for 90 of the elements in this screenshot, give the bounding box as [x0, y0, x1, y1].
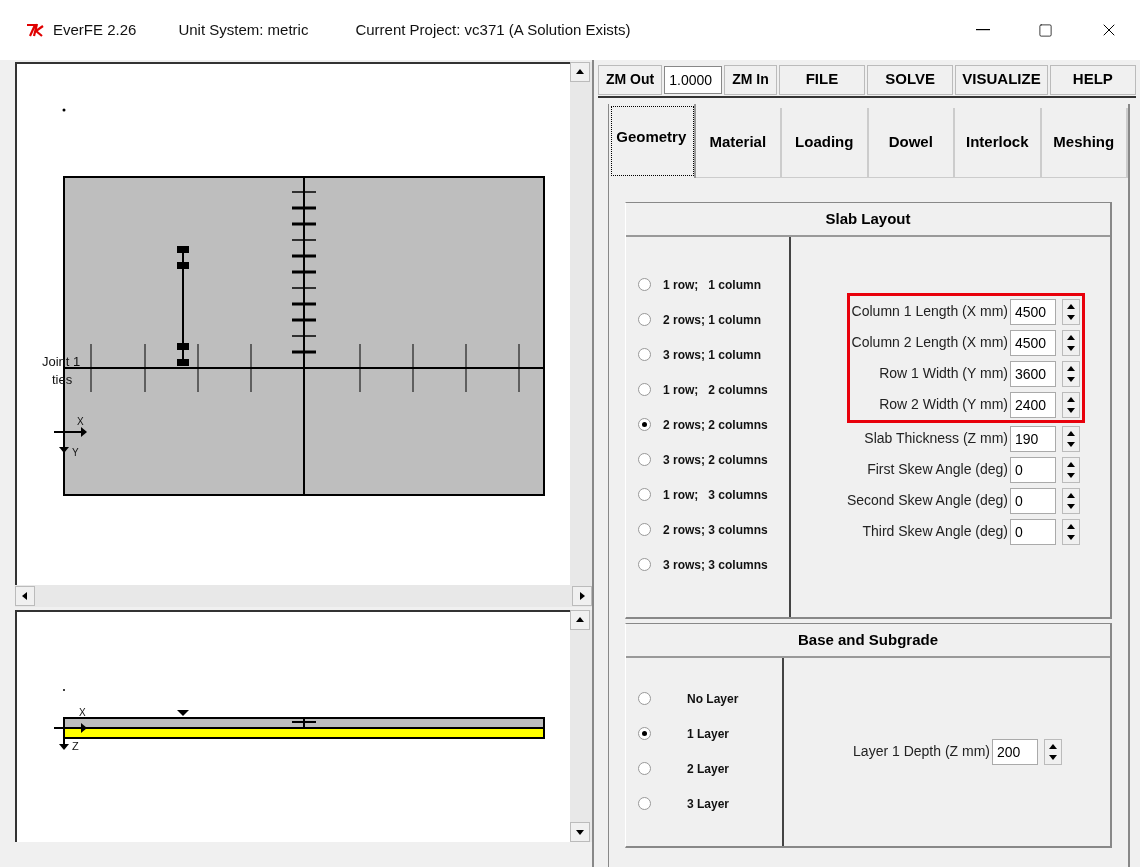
field-label: Column 2 Length (X mm)	[851, 333, 1008, 352]
menu-button[interactable]: VISUALIZE	[955, 64, 1048, 95]
horizontal-scrollbar[interactable]	[15, 585, 592, 607]
spinner-control[interactable]	[1062, 487, 1080, 514]
radio-button[interactable]	[638, 348, 651, 361]
radio-button[interactable]	[638, 523, 651, 536]
radio-button[interactable]	[638, 488, 651, 501]
tab[interactable]: Interlock	[955, 108, 1042, 178]
radio-label: 3 rows; 2 columns	[663, 451, 768, 469]
up-arrow-icon	[575, 615, 585, 625]
number-field[interactable]: 2400	[1010, 391, 1056, 418]
radio-label: 2 rows; 3 columns	[663, 521, 768, 539]
radio-label: 2 Layer	[687, 760, 730, 778]
axis-label: Z	[72, 740, 79, 752]
left-arrow-icon	[20, 591, 30, 601]
spinner-control[interactable]	[1044, 738, 1062, 765]
number-field[interactable]: 3600	[1010, 360, 1056, 387]
tab[interactable]: Material	[695, 108, 782, 178]
radio-label: 2 rows; 2 columns	[663, 416, 768, 434]
spinner-control[interactable]	[1062, 425, 1080, 452]
spinner-control[interactable]	[1062, 329, 1080, 356]
number-field[interactable]: 0	[1010, 456, 1056, 483]
minimize-icon	[975, 29, 990, 31]
scroll-arrow-button[interactable]	[572, 586, 592, 606]
down-arrow-icon	[575, 827, 585, 837]
spinner-control[interactable]	[1062, 391, 1080, 418]
zoom-in-button[interactable]: ZM In	[724, 64, 777, 95]
right-arrow-icon	[577, 591, 587, 601]
radio-button[interactable]	[638, 692, 651, 705]
radio-button[interactable]	[638, 727, 651, 740]
spinner-control[interactable]	[1062, 298, 1080, 325]
field-label: First Skew Angle (deg)	[867, 460, 1008, 479]
radio-label: No Layer	[687, 690, 739, 708]
scroll-arrow-button[interactable]	[570, 62, 590, 82]
radio-label: 1 row; 3 columns	[663, 486, 768, 504]
field-label: Column 1 Length (X mm)	[851, 302, 1008, 321]
zoom-field[interactable]: 1.0000	[664, 65, 723, 94]
radio-button[interactable]	[638, 278, 651, 291]
app-title: EverFE 2.26	[53, 19, 137, 40]
unit-system-label: Unit System: metric	[178, 19, 309, 40]
field-label: Row 2 Width (Y mm)	[879, 395, 1008, 414]
radio-button[interactable]	[638, 418, 651, 431]
tab[interactable]: Dowel	[868, 108, 955, 178]
tab[interactable]: Loading	[782, 108, 869, 178]
spinner-control[interactable]	[1062, 360, 1080, 387]
number-field[interactable]: 190	[1010, 425, 1056, 452]
menu-button[interactable]: SOLVE	[867, 64, 954, 95]
radio-button[interactable]	[638, 313, 651, 326]
panel-header: Slab Layout	[626, 203, 1110, 237]
scroll-arrow-button[interactable]	[570, 822, 590, 842]
axis-label: X	[79, 707, 86, 718]
field-label: Layer 1 Depth (Z mm)	[853, 742, 990, 761]
radio-label: 1 row; 2 columns	[663, 381, 768, 399]
number-field[interactable]: 0	[1010, 487, 1056, 514]
panel-header: Base and Subgrade	[626, 624, 1110, 658]
zoom-out-button[interactable]: ZM Out	[598, 64, 663, 95]
axis-label: Y	[72, 447, 79, 458]
up-arrow-icon	[575, 67, 585, 77]
radio-label: 1 row; 1 column	[663, 276, 761, 294]
radio-label: 3 rows; 1 column	[663, 346, 762, 364]
project-label: Current Project: vc371 (A Solution Exists)	[355, 19, 631, 40]
radio-label: 3 rows; 3 columns	[663, 556, 768, 574]
field-label: Row 1 Width (Y mm)	[879, 364, 1008, 383]
menu-button[interactable]: FILE	[778, 64, 866, 95]
tab[interactable]: Geometry	[609, 104, 696, 178]
number-field[interactable]: 200	[992, 738, 1038, 765]
radio-label: 1 Layer	[687, 725, 730, 743]
number-field[interactable]: 0	[1010, 518, 1056, 545]
field-label: Second Skew Angle (deg)	[846, 491, 1008, 510]
radio-button[interactable]	[638, 797, 651, 810]
maximize-icon	[1038, 22, 1053, 38]
number-field[interactable]: 4500	[1010, 298, 1056, 325]
radio-button[interactable]	[638, 383, 651, 396]
vertical-scrollbar[interactable]	[570, 610, 592, 842]
scroll-arrow-button[interactable]	[570, 610, 590, 630]
tab[interactable]: Meshing	[1041, 108, 1128, 178]
field-label: Third Skew Angle (deg)	[862, 522, 1008, 541]
radio-label: 2 rows; 1 column	[663, 311, 762, 329]
vertical-scrollbar[interactable]	[570, 62, 592, 585]
menu-button[interactable]: HELP	[1049, 64, 1136, 95]
number-field[interactable]: 4500	[1010, 329, 1056, 356]
spinner-control[interactable]	[1062, 456, 1080, 483]
axis-label: X	[77, 416, 84, 427]
spinner-control[interactable]	[1062, 518, 1080, 545]
radio-label: 3 Layer	[687, 795, 730, 813]
scroll-arrow-button[interactable]	[15, 586, 35, 606]
radio-button[interactable]	[638, 558, 651, 571]
radio-button[interactable]	[638, 453, 651, 466]
field-label: Slab Thickness (Z mm)	[864, 429, 1008, 448]
radio-button[interactable]	[638, 762, 651, 775]
